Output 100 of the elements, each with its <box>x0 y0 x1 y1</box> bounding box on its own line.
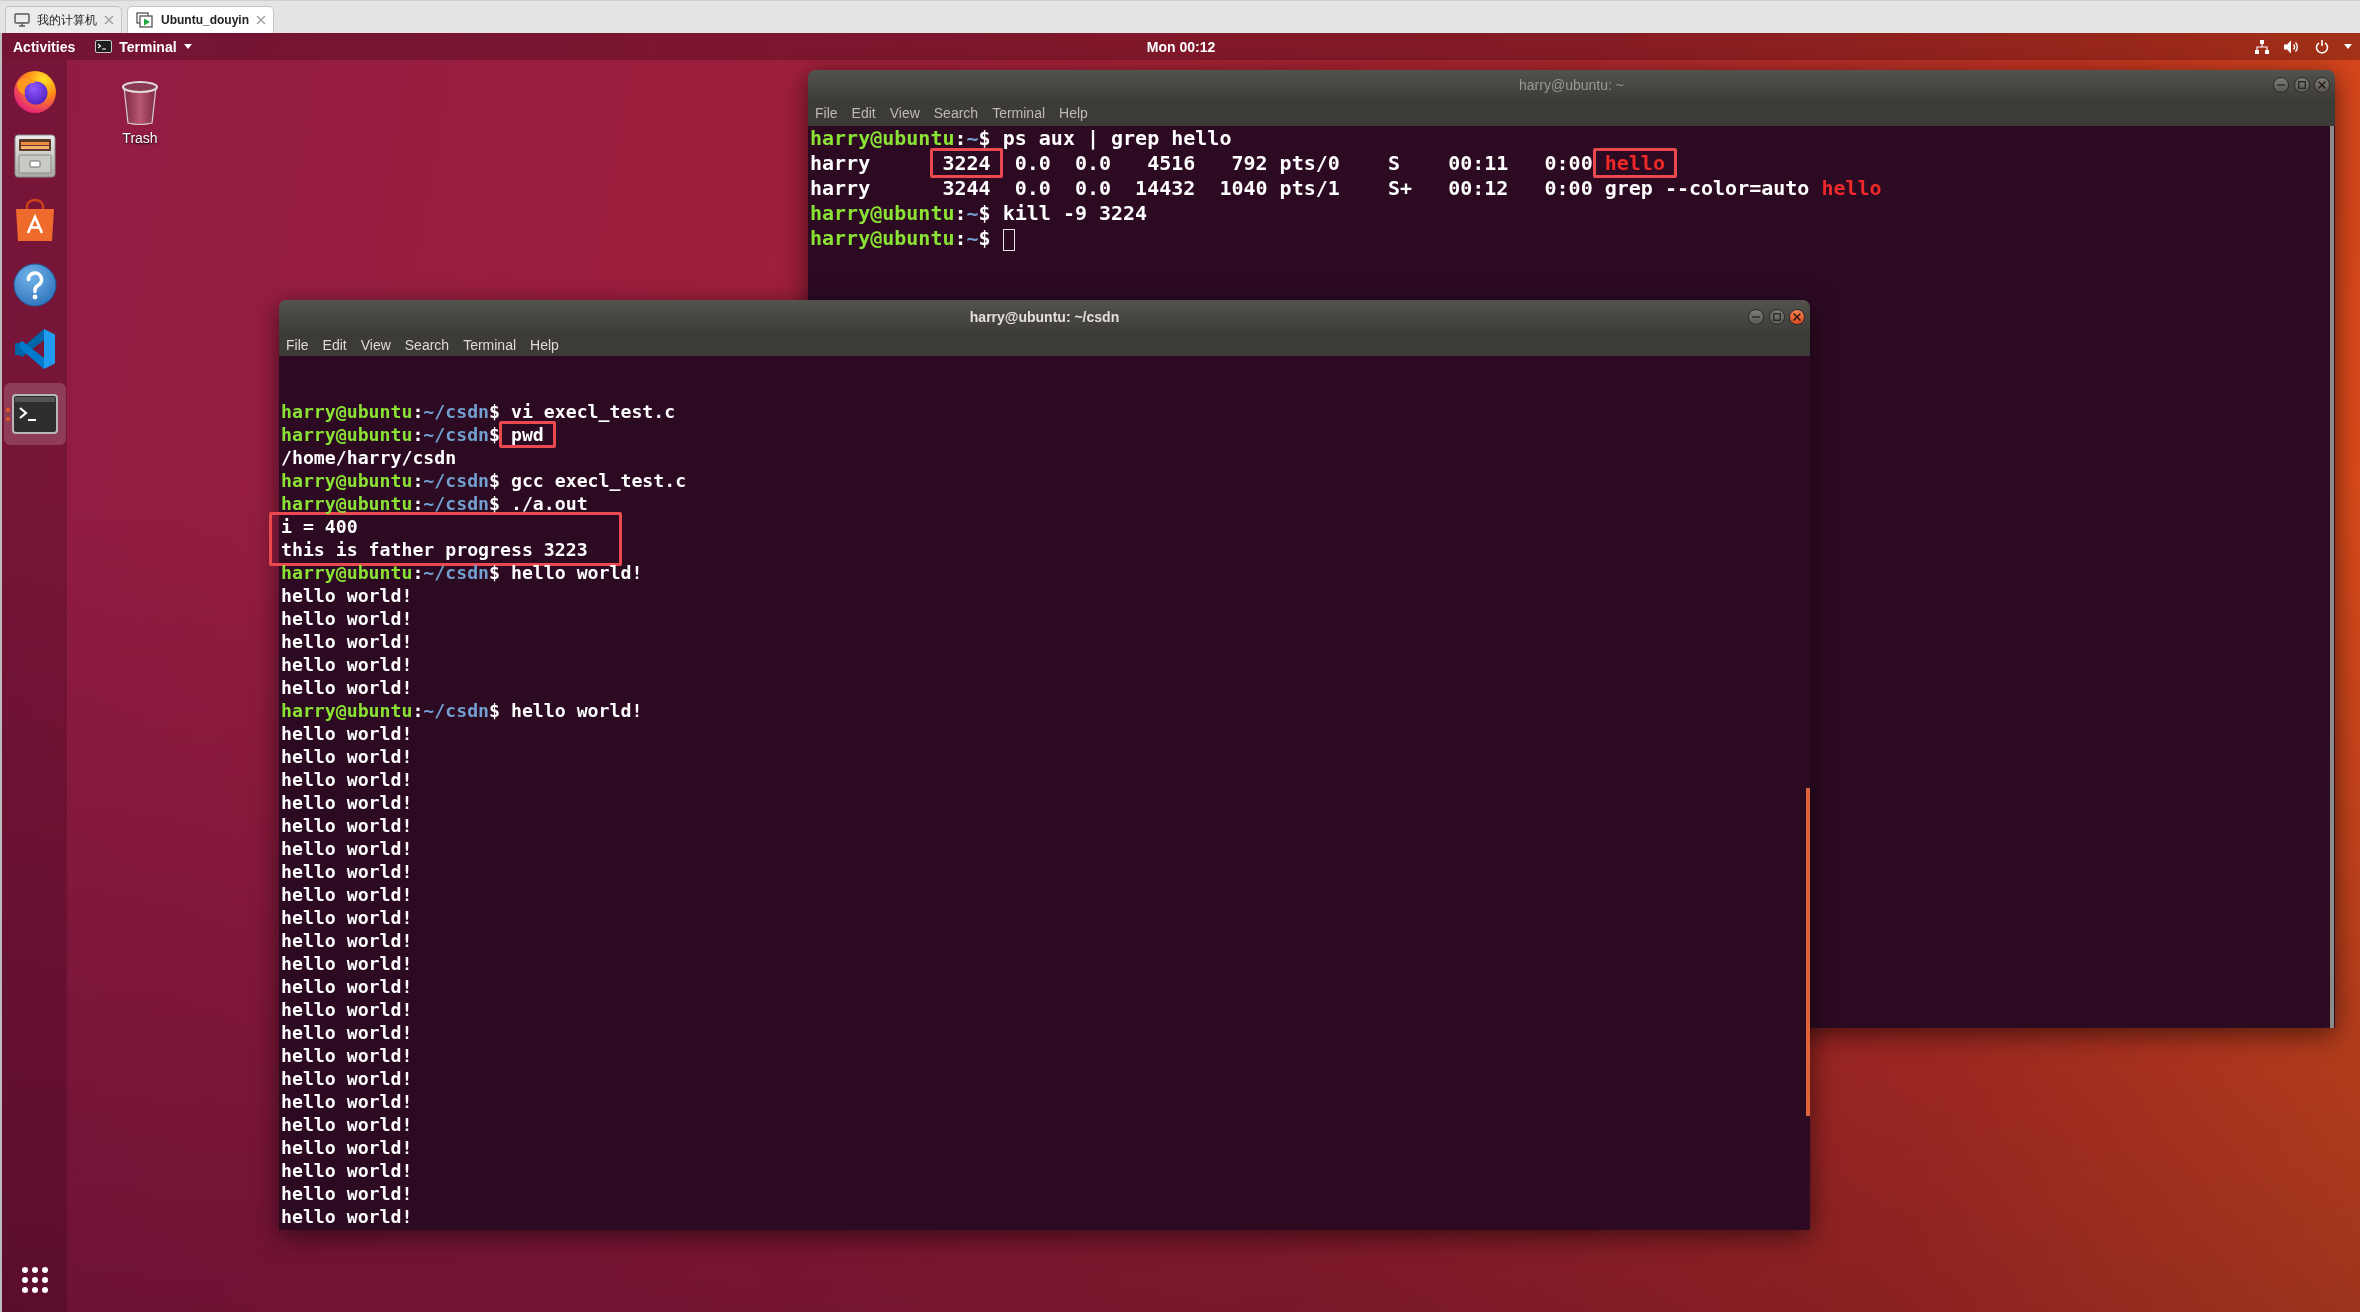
terminal-line: hello world! <box>281 584 414 607</box>
terminal-line: hello world! <box>281 975 414 998</box>
terminal-line: hello world! <box>281 791 414 814</box>
menu-item[interactable]: View <box>889 105 920 121</box>
scrollbar-thumb[interactable] <box>2330 126 2334 1028</box>
terminal-line: hello world! <box>281 837 414 860</box>
browser-icon[interactable] <box>11 68 58 114</box>
highlighted-text: pwd <box>498 421 556 448</box>
shell-prompt: harry@ubuntu:~$ <box>810 226 991 250</box>
shell-prompt: harry@ubuntu:~$ <box>810 126 991 150</box>
menu-item[interactable]: Terminal <box>463 336 517 353</box>
terminal-line: hello world! <box>281 745 414 768</box>
terminal-icon <box>95 40 113 53</box>
maximize-icon <box>2297 81 2306 89</box>
shell-prompt: harry@ubuntu:~/csdn$ <box>281 493 500 514</box>
shell-prompt: harry@ubuntu:~/csdn$ <box>281 401 500 422</box>
terminal-line: hello world! <box>281 768 414 791</box>
command-text: ps aux | grep hello <box>1002 126 1232 150</box>
clock-button[interactable]: Mon 00:12 <box>1146 38 1216 55</box>
close-icon[interactable] <box>256 15 266 25</box>
command-text: gcc execl_test.c <box>510 470 687 491</box>
terminal-line: hello world! <box>281 1113 414 1136</box>
close-button[interactable] <box>1789 308 1805 325</box>
terminal-line: hello world! <box>281 814 414 837</box>
terminal-line: hello world! <box>281 998 414 1021</box>
command-text: vi execl_test.c <box>510 401 676 422</box>
terminal-line: hello world! <box>281 1182 414 1205</box>
terminal-line: hello world! <box>281 952 414 975</box>
menu-item[interactable]: Help <box>530 336 559 353</box>
terminal-line: hello world! <box>281 1044 414 1067</box>
close-button[interactable] <box>2314 77 2330 93</box>
terminal-line: hello world! <box>281 1205 414 1228</box>
terminal-line: hello world! <box>281 860 414 883</box>
minimize-button[interactable] <box>2273 77 2289 93</box>
command-text: ./a.out <box>510 493 588 514</box>
menu-item[interactable]: Search <box>404 336 450 353</box>
highlighted-text: hello <box>1592 148 1677 178</box>
trash-icon[interactable] <box>121 80 159 126</box>
menu-item[interactable]: Edit <box>322 336 347 353</box>
question-mark-icon[interactable] <box>11 261 58 308</box>
window-title: harry@ubuntu: ~ <box>1519 77 1624 93</box>
tab[interactable]: Ubuntu_douyin <box>127 6 274 33</box>
terminal-line: hello world! <box>281 1136 414 1159</box>
shell-prompt: harry@ubuntu:~/csdn$ <box>281 424 500 445</box>
terminal-line: this is father progress 3223 <box>281 538 588 561</box>
terminal-line: hello world! <box>281 1067 414 1090</box>
command-text: kill -9 3224 <box>1002 201 1148 225</box>
menu-item[interactable]: File <box>815 105 838 121</box>
shell-prompt: harry@ubuntu:~/csdn$ <box>281 700 500 721</box>
desktop-icon-label[interactable]: Trash <box>122 130 158 146</box>
block-cursor-icon <box>1002 228 1015 251</box>
menu-item[interactable]: Terminal <box>992 105 1046 121</box>
monitor-icon <box>14 13 30 27</box>
terminal-line: hello world! <box>281 929 414 952</box>
file-cabinet-icon[interactable] <box>11 132 58 179</box>
window-play-icon <box>136 12 154 28</box>
highlighted-text: 3224 <box>930 148 1003 178</box>
shell-prompt: harry@ubuntu:~/csdn$ <box>281 562 500 583</box>
minimize-icon <box>2277 81 2285 89</box>
command-text: hello world! <box>510 700 643 721</box>
app-menu-button[interactable]: Terminal <box>95 38 192 55</box>
scrollbar-thumb[interactable] <box>1806 788 1810 1116</box>
power-icon[interactable] <box>2315 39 2329 54</box>
close-icon <box>2318 81 2326 89</box>
menu-item[interactable]: View <box>360 336 391 353</box>
terminal-line: hello world! <box>281 1021 414 1044</box>
terminal-icon[interactable] <box>11 393 58 434</box>
maximize-icon <box>1772 312 1781 321</box>
activities-button[interactable]: Activities <box>13 38 76 55</box>
volume-icon[interactable] <box>2284 39 2300 54</box>
minimize-button[interactable] <box>1748 308 1764 325</box>
terminal-line: hello world! <box>281 653 414 676</box>
terminal-line: hello world! <box>281 676 414 699</box>
app-grid-icon <box>20 1266 49 1294</box>
running-indicator-icon <box>5 407 10 421</box>
terminal-line: hello world! <box>281 1159 414 1182</box>
terminal-line: hello world! <box>281 1090 414 1113</box>
terminal-line: hello world! <box>281 883 414 906</box>
terminal-line: /home/harry/csdn <box>281 446 458 469</box>
command-text: hello world! <box>510 562 643 583</box>
caret-icon <box>183 44 192 49</box>
terminal-text: hello <box>1820 175 1883 202</box>
terminal-line: hello world! <box>281 630 414 653</box>
maximize-button[interactable] <box>2293 77 2310 93</box>
caret-icon[interactable] <box>2344 44 2352 49</box>
shell-prompt: harry@ubuntu:~$ <box>810 201 991 225</box>
tab[interactable]: 我的计算机 <box>5 6 122 33</box>
maximize-button[interactable] <box>1768 308 1785 325</box>
dock-item[interactable] <box>3 382 66 445</box>
menu-item[interactable]: Search <box>933 105 979 121</box>
close-icon <box>1793 312 1801 321</box>
menu-item[interactable]: File <box>286 336 309 353</box>
terminal-line: hello world! <box>281 607 414 630</box>
terminal-line: hello world! <box>281 906 414 929</box>
window-title: harry@ubuntu: ~/csdn <box>969 308 1120 325</box>
menu-item[interactable]: Edit <box>851 105 876 121</box>
menu-item[interactable]: Help <box>1059 105 1088 121</box>
terminal-line: i = 400 <box>281 515 359 538</box>
shell-prompt: harry@ubuntu:~/csdn$ <box>281 470 500 491</box>
network-icon[interactable] <box>2255 39 2269 54</box>
